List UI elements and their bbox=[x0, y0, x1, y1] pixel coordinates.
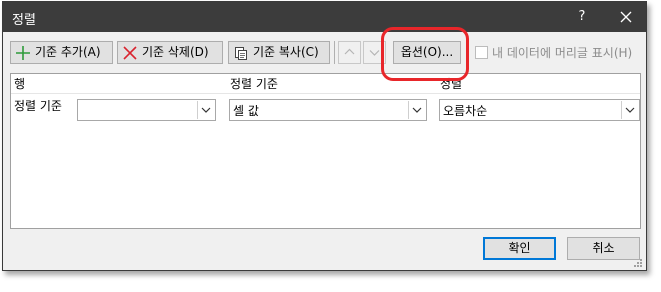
order-select[interactable]: 오름차순 bbox=[439, 99, 640, 121]
delete-level-button[interactable]: 기준 삭제(D) bbox=[117, 41, 223, 64]
copy-level-label: 기준 복사(C) bbox=[253, 45, 319, 59]
add-level-button[interactable]: 기준 추가(A) bbox=[10, 41, 113, 64]
sort-on-select-arrow[interactable] bbox=[408, 101, 425, 119]
resize-grip-icon[interactable] bbox=[633, 258, 643, 268]
order-select-arrow[interactable] bbox=[621, 101, 638, 119]
copy-level-button[interactable]: 기준 복사(C) bbox=[228, 41, 330, 64]
copy-icon bbox=[235, 47, 247, 60]
header-checkbox-label: 내 데이터에 머리글 표시(H) bbox=[492, 46, 633, 60]
toolbar: 기준 추가(A) 기준 삭제(D) 기준 복사(C) 옵션(O)... 내 데이… bbox=[3, 32, 646, 70]
column-select[interactable] bbox=[77, 99, 216, 121]
sort-on-select[interactable]: 셀 값 bbox=[229, 99, 427, 121]
delete-level-label: 기준 삭제(D) bbox=[142, 45, 209, 59]
move-down-button[interactable] bbox=[363, 41, 386, 64]
arrow-down-icon bbox=[369, 50, 380, 56]
x-icon bbox=[123, 46, 137, 60]
row-label-sort-by: 정렬 기준 bbox=[14, 99, 62, 113]
column-header-sort-on: 정렬 기준 bbox=[230, 77, 278, 91]
arrow-up-icon bbox=[344, 48, 355, 55]
chevron-down-icon bbox=[201, 107, 211, 113]
title-bar: 정렬 ? bbox=[3, 2, 646, 32]
ok-label: 확인 bbox=[508, 241, 531, 255]
column-header-order: 정렬 bbox=[440, 77, 463, 91]
dialog-title: 정렬 bbox=[12, 13, 36, 28]
sort-levels-grid: 행 정렬 기준 정렬 정렬 기준 셀 값 오름차순 bbox=[10, 73, 641, 229]
close-button[interactable] bbox=[613, 4, 639, 30]
header-checkbox[interactable] bbox=[475, 46, 488, 59]
options-label: 옵션(O)... bbox=[400, 45, 454, 59]
header-divider bbox=[11, 93, 640, 94]
column-select-arrow[interactable] bbox=[197, 101, 214, 119]
move-up-button[interactable] bbox=[338, 41, 361, 64]
help-button[interactable]: ? bbox=[569, 4, 595, 30]
ok-button[interactable]: 확인 bbox=[483, 237, 556, 260]
plus-icon bbox=[16, 46, 30, 60]
order-select-value: 오름차순 bbox=[443, 104, 488, 118]
cancel-button[interactable]: 취소 bbox=[567, 237, 640, 260]
column-header-column: 행 bbox=[14, 77, 26, 91]
chevron-down-icon bbox=[412, 107, 422, 113]
options-button[interactable]: 옵션(O)... bbox=[393, 41, 461, 64]
close-icon bbox=[620, 11, 632, 23]
toolbar-divider bbox=[334, 41, 335, 64]
cancel-label: 취소 bbox=[592, 241, 615, 255]
add-level-label: 기준 추가(A) bbox=[35, 45, 101, 59]
sort-dialog: 정렬 ? 기준 추가(A) 기준 삭제(D) 기준 복사(C) 옵션(O)...… bbox=[2, 1, 647, 271]
chevron-down-icon bbox=[625, 107, 635, 113]
sort-on-select-value: 셀 값 bbox=[233, 104, 259, 118]
screenshot-frame: 정렬 ? 기준 추가(A) 기준 삭제(D) 기준 복사(C) 옵션(O)...… bbox=[0, 0, 661, 292]
